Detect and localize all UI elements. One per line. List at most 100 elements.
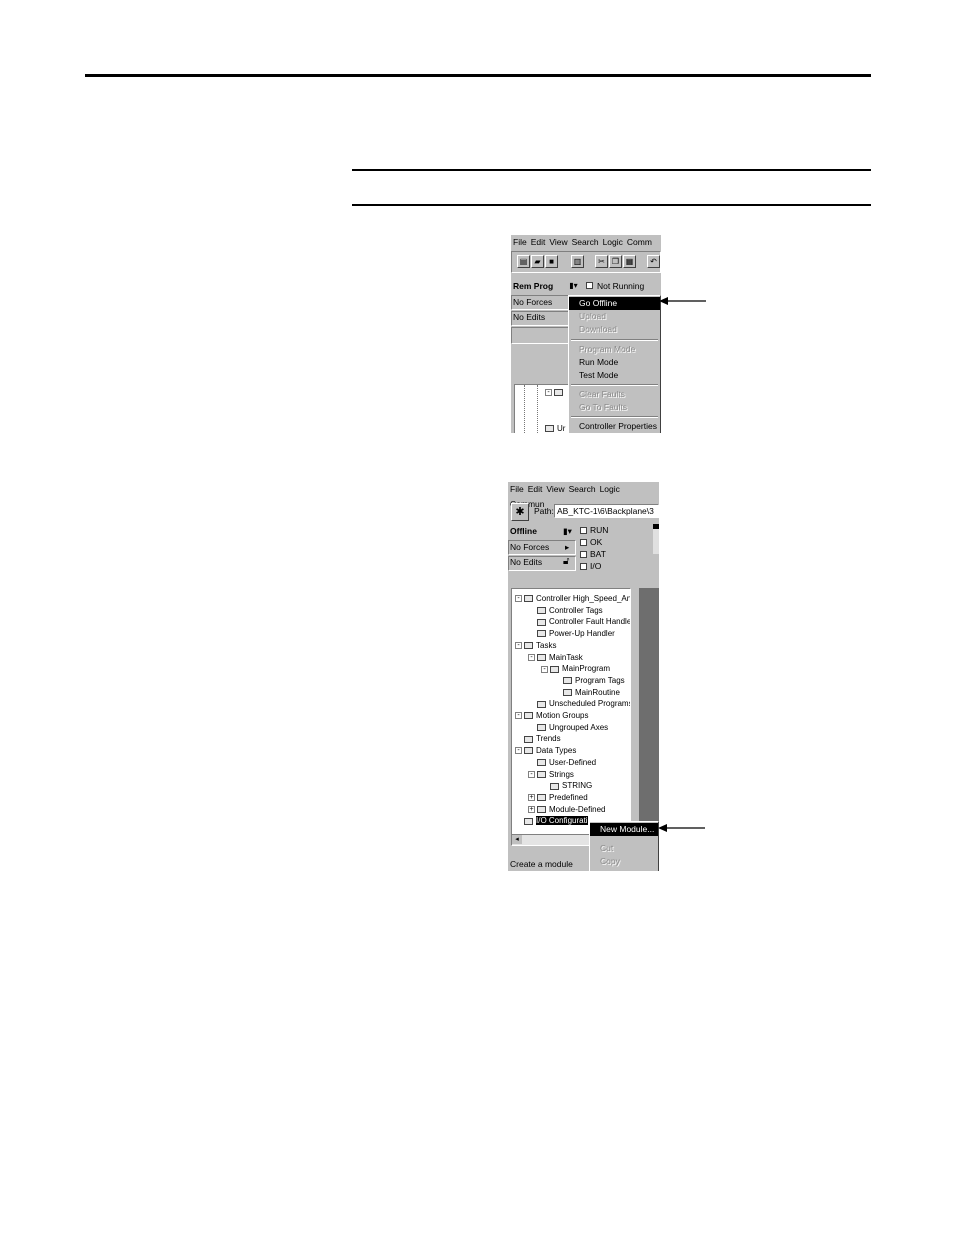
folder-icon	[537, 770, 546, 778]
tree-item[interactable]: - Strings	[528, 769, 574, 780]
menu-separator	[571, 339, 658, 341]
menu-file[interactable]: File	[510, 482, 524, 497]
new-icon[interactable]: ▤	[517, 255, 530, 268]
menu-item-test-mode[interactable]: Test Mode	[569, 369, 660, 382]
status-bar: Create a module	[510, 859, 573, 869]
tree-item[interactable]: - Data Types	[515, 745, 576, 756]
tree-item[interactable]: Controller Fault Handler	[528, 616, 631, 627]
collapse-icon[interactable]: -	[528, 770, 535, 778]
menu-logic[interactable]: Logic	[603, 235, 623, 250]
tree-item-label: Controller Fault Handler	[549, 617, 631, 627]
tree-item[interactable]: MainRoutine	[554, 687, 620, 698]
bat-led-label: BAT	[590, 549, 606, 559]
tree-item[interactable]: Ungrouped Axes	[528, 722, 608, 733]
menu-item-clear-faults[interactable]: Clear Faults	[569, 388, 660, 401]
tree-item-label: Controller High_Speed_Anal	[536, 594, 631, 603]
menu-item-upload[interactable]: Upload	[569, 310, 660, 323]
folder-icon	[524, 642, 533, 650]
tree-item[interactable]: Program Tags	[554, 675, 625, 686]
menu-logic[interactable]: Logic	[600, 482, 620, 497]
menu-bar: File Edit View Search Logic Comm	[511, 235, 661, 250]
folder-icon	[537, 724, 546, 732]
open-icon[interactable]: ▰	[531, 255, 544, 268]
collapse-icon[interactable]: -	[515, 642, 522, 650]
menu-file[interactable]: File	[513, 235, 527, 250]
panel-scroll-thumb[interactable]	[653, 524, 659, 529]
controller-mode: Offline	[510, 526, 537, 536]
tree-item[interactable]: Trends	[515, 733, 561, 744]
tree-item[interactable]: - Tasks	[515, 640, 556, 651]
tree-item[interactable]: + Predefined	[528, 792, 588, 803]
tree-item[interactable]: Controller Tags	[528, 605, 603, 616]
menu-item-controller-properties[interactable]: Controller Properties	[569, 420, 660, 433]
run-led-label: RUN	[590, 525, 609, 535]
menu-item-program-mode[interactable]: Program Mode	[569, 343, 660, 356]
tree-item[interactable]: - Motion Groups	[515, 710, 588, 721]
expand-icon[interactable]: +	[528, 805, 535, 813]
tree-expander[interactable]: -	[545, 387, 566, 398]
section-rule-bottom	[352, 204, 871, 206]
folder-icon	[537, 630, 546, 638]
collapse-icon[interactable]: -	[541, 665, 548, 673]
folder-icon	[537, 805, 546, 813]
tree-item[interactable]: - MainTask	[528, 652, 583, 663]
section-rule-top	[352, 169, 871, 171]
scroll-left-icon[interactable]: ◂	[512, 835, 522, 844]
tree-item[interactable]: - Controller High_Speed_Anal	[515, 593, 631, 604]
menu-view[interactable]: View	[546, 482, 564, 497]
header-rule	[85, 74, 871, 77]
path-label: Path:	[534, 506, 554, 516]
menu-search[interactable]: Search	[569, 482, 596, 497]
tree-item-label: Unscheduled Programs	[549, 699, 631, 709]
save-icon[interactable]: ■	[545, 255, 558, 268]
tree-item[interactable]: - MainProgram	[541, 663, 610, 674]
tree-item-unscheduled[interactable]: Ur	[545, 423, 565, 433]
forces-status: No Forces	[510, 542, 550, 552]
menu-item-run-mode[interactable]: Run Mode	[569, 356, 660, 369]
menu-search[interactable]: Search	[572, 235, 599, 250]
menu-item-cut[interactable]: Cut	[590, 842, 658, 855]
who-active-icon[interactable]: ✱	[511, 503, 529, 521]
cut-icon[interactable]: ✂	[595, 255, 608, 268]
controller-mode: Rem Prog	[513, 281, 554, 291]
tree-item-label: Controller Tags	[549, 605, 603, 615]
folder-icon	[537, 607, 546, 615]
folder-icon	[537, 653, 546, 661]
menu-item-go-to-faults[interactable]: Go To Faults	[569, 401, 660, 414]
collapse-icon[interactable]: -	[515, 747, 522, 755]
print-icon[interactable]: ▥	[571, 255, 584, 268]
edits-status: No Edits	[510, 557, 543, 567]
menu-communications[interactable]: Comm	[627, 235, 652, 250]
tree-item[interactable]: I/O Configurati	[515, 815, 588, 826]
collapse-icon[interactable]: -	[515, 712, 522, 720]
collapse-icon[interactable]: -	[515, 595, 522, 603]
tree-item-label: Predefined	[549, 792, 588, 802]
menu-item-download[interactable]: Download	[569, 323, 660, 336]
folder-icon	[550, 665, 559, 673]
tree-item[interactable]: User-Defined	[528, 757, 596, 768]
menu-item-new-module[interactable]: New Module...	[590, 823, 658, 836]
menu-view[interactable]: View	[549, 235, 567, 250]
expand-icon[interactable]: +	[528, 794, 535, 802]
collapse-icon[interactable]: -	[528, 653, 535, 661]
copy-icon[interactable]: ❐	[609, 255, 622, 268]
undo-icon[interactable]: ↶	[647, 255, 660, 268]
mode-dropdown-button[interactable]: ▮▾	[567, 280, 580, 293]
io-led-label: I/O	[590, 561, 602, 571]
menu-item-go-offline[interactable]: Go Offline	[569, 297, 660, 310]
mode-dropdown-icon[interactable]: ▮▾	[563, 526, 572, 537]
tree-item[interactable]: STRING	[541, 780, 592, 791]
menu-edit[interactable]: Edit	[531, 235, 546, 250]
tree-item-label: MainRoutine	[575, 687, 620, 697]
tree-item[interactable]: + Module-Defined	[528, 804, 605, 815]
io-context-menu: New Module... Cut Copy	[589, 821, 659, 871]
tree-item-label: Trends	[536, 734, 561, 744]
tree-item-label: I/O Configurati	[536, 816, 588, 826]
tree-item[interactable]: Unscheduled Programs	[528, 698, 631, 709]
paste-icon[interactable]: ▦	[623, 255, 636, 268]
menu-edit[interactable]: Edit	[528, 482, 543, 497]
tree-item[interactable]: Power-Up Handler	[528, 628, 615, 639]
menu-item-copy[interactable]: Copy	[590, 855, 658, 868]
folder-icon	[563, 688, 572, 696]
bat-led-checkbox	[580, 551, 587, 558]
